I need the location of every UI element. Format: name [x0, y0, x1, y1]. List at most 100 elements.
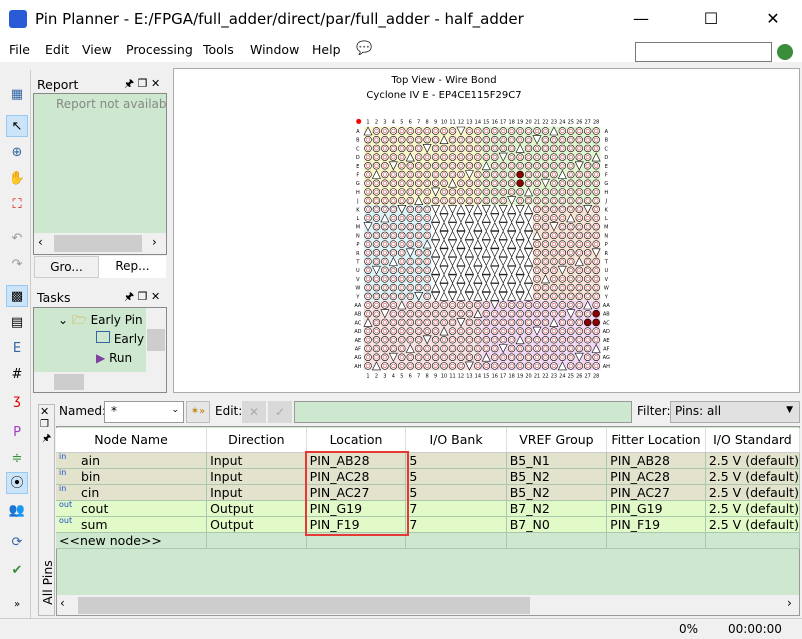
io-pin[interactable]	[364, 336, 372, 344]
power-pin[interactable]	[448, 257, 457, 267]
io-pin[interactable]	[474, 188, 482, 196]
io-pin[interactable]	[499, 127, 507, 135]
io-pin[interactable]	[398, 353, 406, 361]
io-pin[interactable]	[584, 179, 592, 187]
io-pin[interactable]	[398, 344, 406, 353]
io-pin[interactable]	[584, 231, 592, 240]
io-pin[interactable]	[575, 135, 583, 144]
io-pin[interactable]	[491, 362, 499, 370]
power-pin[interactable]	[524, 248, 534, 258]
power-pin[interactable]	[515, 213, 525, 223]
io-pin[interactable]	[541, 240, 550, 248]
io-pin[interactable]	[584, 144, 592, 153]
io-pin[interactable]	[431, 327, 440, 335]
pin-planner-icon[interactable]: ▦	[6, 84, 28, 106]
maximize-button[interactable]: ☐	[688, 0, 734, 38]
io-pin[interactable]	[448, 127, 457, 135]
io-pin[interactable]	[423, 135, 431, 144]
io-pin[interactable]	[482, 170, 490, 179]
io-pin[interactable]	[372, 240, 381, 248]
power-pin[interactable]	[507, 256, 517, 266]
fit-icon[interactable]: ⛶	[6, 194, 28, 216]
power-pin[interactable]	[431, 230, 441, 240]
io-pin[interactable]	[516, 353, 524, 361]
table-row[interactable]: in bin Input PIN_AC28 5 B5_N2 PIN_AC28 2.5 V (d…	[56, 468, 801, 485]
io-pin[interactable]	[592, 327, 600, 335]
power-pin[interactable]	[431, 265, 441, 275]
io-pin[interactable]	[567, 179, 575, 187]
io-pin[interactable]	[575, 336, 583, 344]
io-pin[interactable]	[533, 196, 541, 205]
power-pin[interactable]	[431, 274, 441, 284]
io-pin[interactable]	[415, 266, 423, 274]
io-pin[interactable]	[415, 283, 423, 292]
cell-fitter[interactable]: PIN_F19	[606, 516, 706, 533]
task-item[interactable]: ⌄ 🗁 Early Pin	[58, 311, 143, 332]
io-pin[interactable]	[524, 301, 533, 309]
io-pin[interactable]	[567, 275, 575, 283]
column-header[interactable]: Node Name	[56, 428, 208, 453]
io-pin[interactable]	[448, 170, 457, 179]
io-pin[interactable]	[567, 205, 575, 214]
io-pin[interactable]	[364, 249, 372, 257]
io-pin[interactable]	[474, 353, 482, 361]
io-pin[interactable]	[448, 318, 457, 327]
power-pin[interactable]	[524, 204, 534, 214]
io-pin[interactable]	[491, 162, 499, 170]
io-pin[interactable]	[491, 179, 499, 187]
io-pin[interactable]	[415, 275, 423, 283]
io-pin[interactable]	[372, 344, 381, 353]
io-pin[interactable]	[550, 301, 558, 309]
io-pin[interactable]	[431, 301, 440, 309]
io-pin[interactable]	[558, 179, 567, 187]
io-pin[interactable]	[465, 327, 474, 335]
io-pin[interactable]	[558, 327, 567, 335]
io-pin[interactable]	[558, 214, 567, 222]
io-pin[interactable]	[575, 153, 583, 161]
cell-direction[interactable]: Output	[206, 500, 307, 517]
io-pin[interactable]	[364, 257, 372, 266]
pin-grid[interactable]: 1122334455667788991010111112121313141415…	[174, 69, 801, 394]
io-pin[interactable]	[499, 353, 507, 361]
io-pin[interactable]	[415, 205, 423, 214]
io-pin[interactable]	[440, 127, 448, 135]
io-pin[interactable]	[389, 240, 398, 248]
power-pin[interactable]	[473, 256, 483, 266]
edit-input[interactable]	[294, 401, 632, 423]
power-pin[interactable]	[464, 274, 474, 284]
io-pin[interactable]	[558, 353, 567, 361]
io-pin[interactable]	[423, 292, 431, 301]
io-pin[interactable]	[575, 179, 583, 187]
io-pin[interactable]	[567, 327, 575, 335]
io-pin[interactable]	[423, 362, 431, 370]
cell-std[interactable]: 2.5 V (default)	[705, 516, 801, 533]
io-pin[interactable]	[516, 196, 524, 205]
io-pin[interactable]	[558, 135, 567, 144]
io-pin[interactable]	[507, 318, 516, 327]
tab-groups[interactable]: Gro...	[34, 256, 99, 278]
cancel-edit-button[interactable]: ✕	[242, 401, 266, 423]
io-pin[interactable]	[431, 162, 440, 170]
power-pin[interactable]	[456, 204, 466, 214]
power-pin[interactable]	[464, 239, 474, 249]
power-pin[interactable]	[490, 265, 500, 275]
io-pin[interactable]	[474, 127, 482, 135]
power-pin[interactable]	[481, 265, 491, 275]
io-pin[interactable]	[524, 196, 533, 205]
io-pin[interactable]	[431, 135, 440, 144]
io-pin[interactable]	[567, 144, 575, 153]
io-pin[interactable]	[423, 275, 431, 283]
io-pin[interactable]	[415, 301, 423, 309]
io-pin[interactable]	[482, 196, 490, 205]
cell-name[interactable]: out cout	[56, 500, 208, 517]
io-pin[interactable]	[575, 310, 583, 318]
io-pin[interactable]	[465, 318, 474, 327]
io-pin[interactable]	[558, 292, 567, 301]
io-pin[interactable]	[533, 266, 541, 274]
power-pin[interactable]	[498, 282, 508, 292]
menu-window[interactable]: Window	[250, 42, 299, 57]
menu-file[interactable]: File	[9, 42, 30, 57]
power-pin[interactable]	[473, 222, 483, 231]
io-pin[interactable]	[584, 336, 592, 344]
zoom-icon[interactable]: ⊕	[6, 142, 28, 164]
